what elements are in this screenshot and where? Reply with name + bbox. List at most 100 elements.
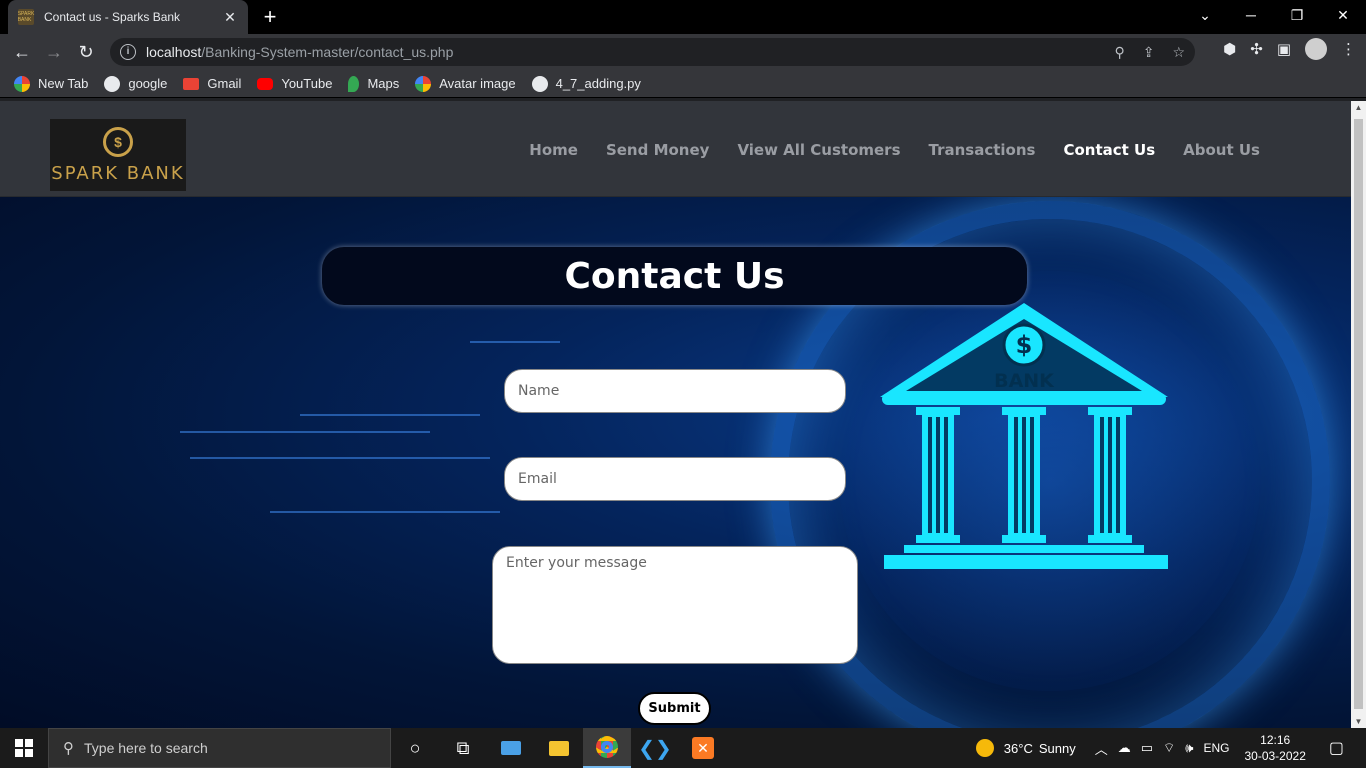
bookmark-label: google [128, 76, 168, 91]
profile-avatar[interactable] [1305, 38, 1327, 60]
tab-search-icon[interactable]: ⌄ [1182, 0, 1228, 30]
google-icon [14, 75, 30, 92]
nav-send-money[interactable]: Send Money [606, 141, 709, 159]
new-tab-button[interactable]: + [260, 4, 280, 30]
reload-button[interactable]: ↻ [70, 36, 102, 68]
bank-label: BANK [994, 370, 1055, 392]
bank-base [884, 555, 1168, 569]
url-text: localhost/Banking-System-master/contact_… [146, 44, 1096, 60]
close-tab-icon[interactable]: ✕ [222, 9, 238, 26]
bookmark-item[interactable]: YouTube [257, 76, 332, 91]
taskbar-search-box[interactable]: ⚲ Type here to search [48, 728, 391, 768]
bookmark-label: Avatar image [439, 76, 516, 91]
nav-contact-us[interactable]: Contact Us [1063, 141, 1155, 159]
bookmark-item[interactable]: Maps [348, 75, 399, 92]
site-info-icon[interactable]: i [120, 44, 136, 60]
bank-dollar-symbol: $ [1016, 331, 1033, 359]
decorative-circuit-line [300, 414, 480, 416]
window-controls: ⌄ ─ ❐ ✕ [1182, 0, 1366, 30]
clock-date: 30-03-2022 [1244, 749, 1306, 763]
side-panel-icon[interactable]: ▣ [1277, 40, 1291, 58]
task-view-icon[interactable]: ⧉ [439, 728, 487, 768]
weather-widget[interactable]: 36°C Sunny [975, 739, 1076, 757]
menu-kebab-icon[interactable]: ⋮ [1341, 40, 1356, 58]
nav-home[interactable]: Home [529, 141, 578, 159]
bookmark-item[interactable]: New Tab [14, 75, 88, 92]
bookmark-label: Gmail [207, 76, 242, 91]
start-button[interactable] [0, 728, 48, 768]
bookmark-item[interactable]: Gmail [183, 76, 241, 91]
search-icon: ⚲ [63, 740, 74, 757]
back-button[interactable]: ← [6, 36, 38, 68]
extension-cube-icon[interactable]: ⬢ [1223, 40, 1236, 58]
nav-view-all-customers[interactable]: View All Customers [737, 141, 900, 159]
system-tray: 36°C Sunny ︿ ☁ ▭ ⌔ 🕪 ENG 12:16 30-03-202… [975, 728, 1366, 768]
name-input[interactable]: Name [504, 369, 846, 413]
battery-icon[interactable]: ▭ [1141, 740, 1153, 756]
email-placeholder: Email [518, 471, 557, 487]
bookmark-label: YouTube [281, 76, 333, 91]
search-placeholder: Type here to search [84, 740, 208, 756]
site-favicon-icon: SPARK BANK [17, 9, 35, 25]
clock[interactable]: 12:16 30-03-2022 [1244, 732, 1305, 764]
cortana-icon[interactable]: ○ [391, 728, 439, 768]
file-explorer-icon[interactable] [535, 728, 583, 768]
submit-button[interactable]: Submit [638, 692, 711, 725]
youtube-icon [257, 77, 274, 90]
browser-tab[interactable]: SPARK BANK Contact us - Sparks Bank ✕ [8, 0, 248, 34]
chevron-up-icon[interactable]: ︿ [1095, 739, 1108, 758]
message-textarea[interactable]: Enter your message [492, 546, 858, 664]
xampp-icon[interactable]: ✕ [679, 728, 727, 768]
coin-dollar-icon: $ [103, 126, 133, 157]
zoom-icon[interactable]: ⚲ [1114, 44, 1124, 61]
weather-temp: 36°C [1003, 740, 1033, 756]
scroll-up-arrow-icon[interactable]: ▲ [1351, 103, 1366, 112]
message-placeholder: Enter your message [506, 555, 647, 571]
url-host: localhost [146, 44, 202, 60]
decorative-circuit-line [470, 341, 560, 343]
page-scrollbar[interactable]: ▲ ▼ [1351, 101, 1366, 728]
bookmark-star-icon[interactable]: ☆ [1172, 44, 1185, 61]
decorative-circuit-line [190, 457, 490, 459]
browser-toolbar: ← → ↻ i localhost/Banking-System-master/… [0, 34, 1366, 70]
gmail-icon [183, 77, 200, 90]
spark-bank-logo[interactable]: $ SPARK BANK [50, 119, 186, 191]
decorative-circuit-line [180, 431, 430, 433]
windows-taskbar: ⚲ Type here to search ○ ⧉ ❮❯ ✕ 36°C Sunn… [0, 728, 1366, 768]
email-input[interactable]: Email [504, 457, 846, 501]
windows-logo-icon [15, 739, 33, 757]
forward-button[interactable]: → [38, 36, 70, 68]
bookmarks-bar: New Tab google Gmail YouTube Maps Avatar… [0, 70, 1366, 98]
page-title: Contact Us [564, 255, 785, 297]
restore-button[interactable]: ❐ [1274, 0, 1320, 30]
bookmark-item[interactable]: google [104, 75, 168, 92]
minimize-button[interactable]: ─ [1228, 0, 1274, 30]
bank-building-illustration: $ BANK [880, 303, 1168, 569]
maps-icon [348, 75, 360, 92]
cloud-icon[interactable]: ☁ [1118, 740, 1131, 756]
wifi-icon[interactable]: ⌔ [1163, 740, 1175, 756]
bookmark-label: 4_7_adding.py [555, 76, 641, 91]
vscode-icon[interactable]: ❮❯ [631, 728, 679, 768]
volume-icon[interactable]: 🕪 [1185, 740, 1193, 756]
photos-icon [415, 75, 432, 92]
decorative-circuit-line [270, 511, 500, 513]
extensions-puzzle-icon[interactable]: ✣ [1250, 40, 1263, 58]
scroll-down-arrow-icon[interactable]: ▼ [1351, 717, 1366, 726]
notification-icon[interactable]: ▢ [1329, 738, 1344, 758]
close-window-button[interactable]: ✕ [1320, 0, 1366, 30]
bookmark-item[interactable]: 4_7_adding.py [531, 75, 641, 92]
share-icon[interactable]: ⇪ [1143, 44, 1155, 61]
browser-tab-strip: SPARK BANK Contact us - Sparks Bank ✕ + … [0, 0, 1366, 34]
desktop-app-icon[interactable] [487, 728, 535, 768]
nav-about-us[interactable]: About Us [1183, 141, 1260, 159]
chrome-icon[interactable] [583, 728, 631, 768]
address-bar[interactable]: i localhost/Banking-System-master/contac… [110, 38, 1195, 66]
language-indicator[interactable]: ENG [1203, 741, 1229, 755]
scrollbar-thumb[interactable] [1354, 119, 1363, 709]
nav-transactions[interactable]: Transactions [929, 141, 1036, 159]
bookmark-item[interactable]: Avatar image [415, 75, 516, 92]
page-heading-box: Contact Us [322, 247, 1027, 305]
sun-icon [975, 739, 994, 757]
tab-title: Contact us - Sparks Bank [44, 10, 181, 24]
